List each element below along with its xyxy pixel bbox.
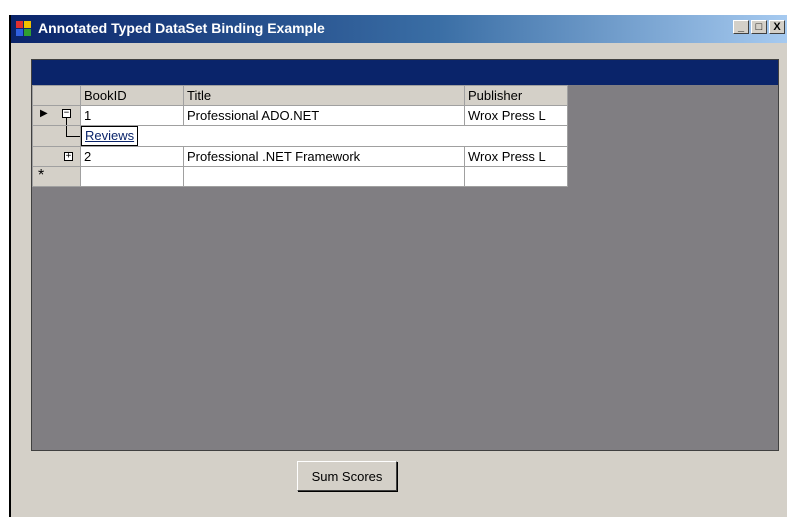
column-header-title[interactable]: Title: [183, 85, 465, 106]
cell-bookid[interactable]: [80, 166, 184, 187]
cell-title[interactable]: Professional ADO.NET: [183, 105, 465, 126]
tree-line: [66, 118, 67, 125]
reviews-relation-link[interactable]: Reviews: [81, 126, 139, 146]
app-window: Annotated Typed DataSet Binding Example …: [9, 15, 787, 517]
column-header-publisher[interactable]: Publisher: [464, 85, 568, 106]
app-icon: [16, 21, 32, 37]
cell-title[interactable]: Professional .NET Framework: [183, 146, 465, 167]
row-header-corner: [32, 85, 81, 106]
table-row[interactable]: ▶ − 1 Professional ADO.NET Wrox Press L: [32, 105, 568, 126]
collapse-icon[interactable]: −: [62, 109, 71, 118]
table-row[interactable]: + 2 Professional .NET Framework Wrox Pre…: [32, 146, 568, 167]
child-relation-row: Reviews: [32, 125, 568, 147]
relation-cell: Reviews: [80, 125, 568, 147]
title-bar[interactable]: Annotated Typed DataSet Binding Example …: [11, 15, 787, 43]
expand-icon[interactable]: +: [64, 152, 73, 161]
maximize-button[interactable]: □: [751, 20, 767, 34]
cell-publisher[interactable]: Wrox Press L: [464, 146, 568, 167]
cell-publisher[interactable]: [464, 166, 568, 187]
row-header[interactable]: *: [32, 166, 81, 187]
data-grid[interactable]: BookID Title Publisher ▶ − 1 Professiona…: [31, 59, 779, 451]
sum-scores-button[interactable]: Sum Scores: [297, 461, 397, 491]
grid-header-row: BookID Title Publisher: [32, 85, 568, 106]
minimize-button[interactable]: _: [733, 20, 749, 34]
tree-line: [66, 126, 67, 136]
window-title: Annotated Typed DataSet Binding Example: [38, 20, 325, 36]
grid-caption-bar: [32, 60, 778, 85]
column-header-bookid[interactable]: BookID: [80, 85, 184, 106]
tree-line: [66, 136, 80, 137]
row-header: [32, 125, 81, 147]
cell-bookid[interactable]: 2: [80, 146, 184, 167]
close-button[interactable]: X: [769, 20, 785, 34]
cell-title[interactable]: [183, 166, 465, 187]
current-row-icon: ▶: [40, 108, 48, 119]
new-row[interactable]: *: [32, 166, 568, 187]
row-header[interactable]: +: [32, 146, 81, 167]
new-row-icon: *: [38, 167, 45, 185]
cell-publisher[interactable]: Wrox Press L: [464, 105, 568, 126]
row-header[interactable]: ▶ −: [32, 105, 81, 126]
grid-table: BookID Title Publisher ▶ − 1 Professiona…: [32, 85, 568, 187]
cell-bookid[interactable]: 1: [80, 105, 184, 126]
